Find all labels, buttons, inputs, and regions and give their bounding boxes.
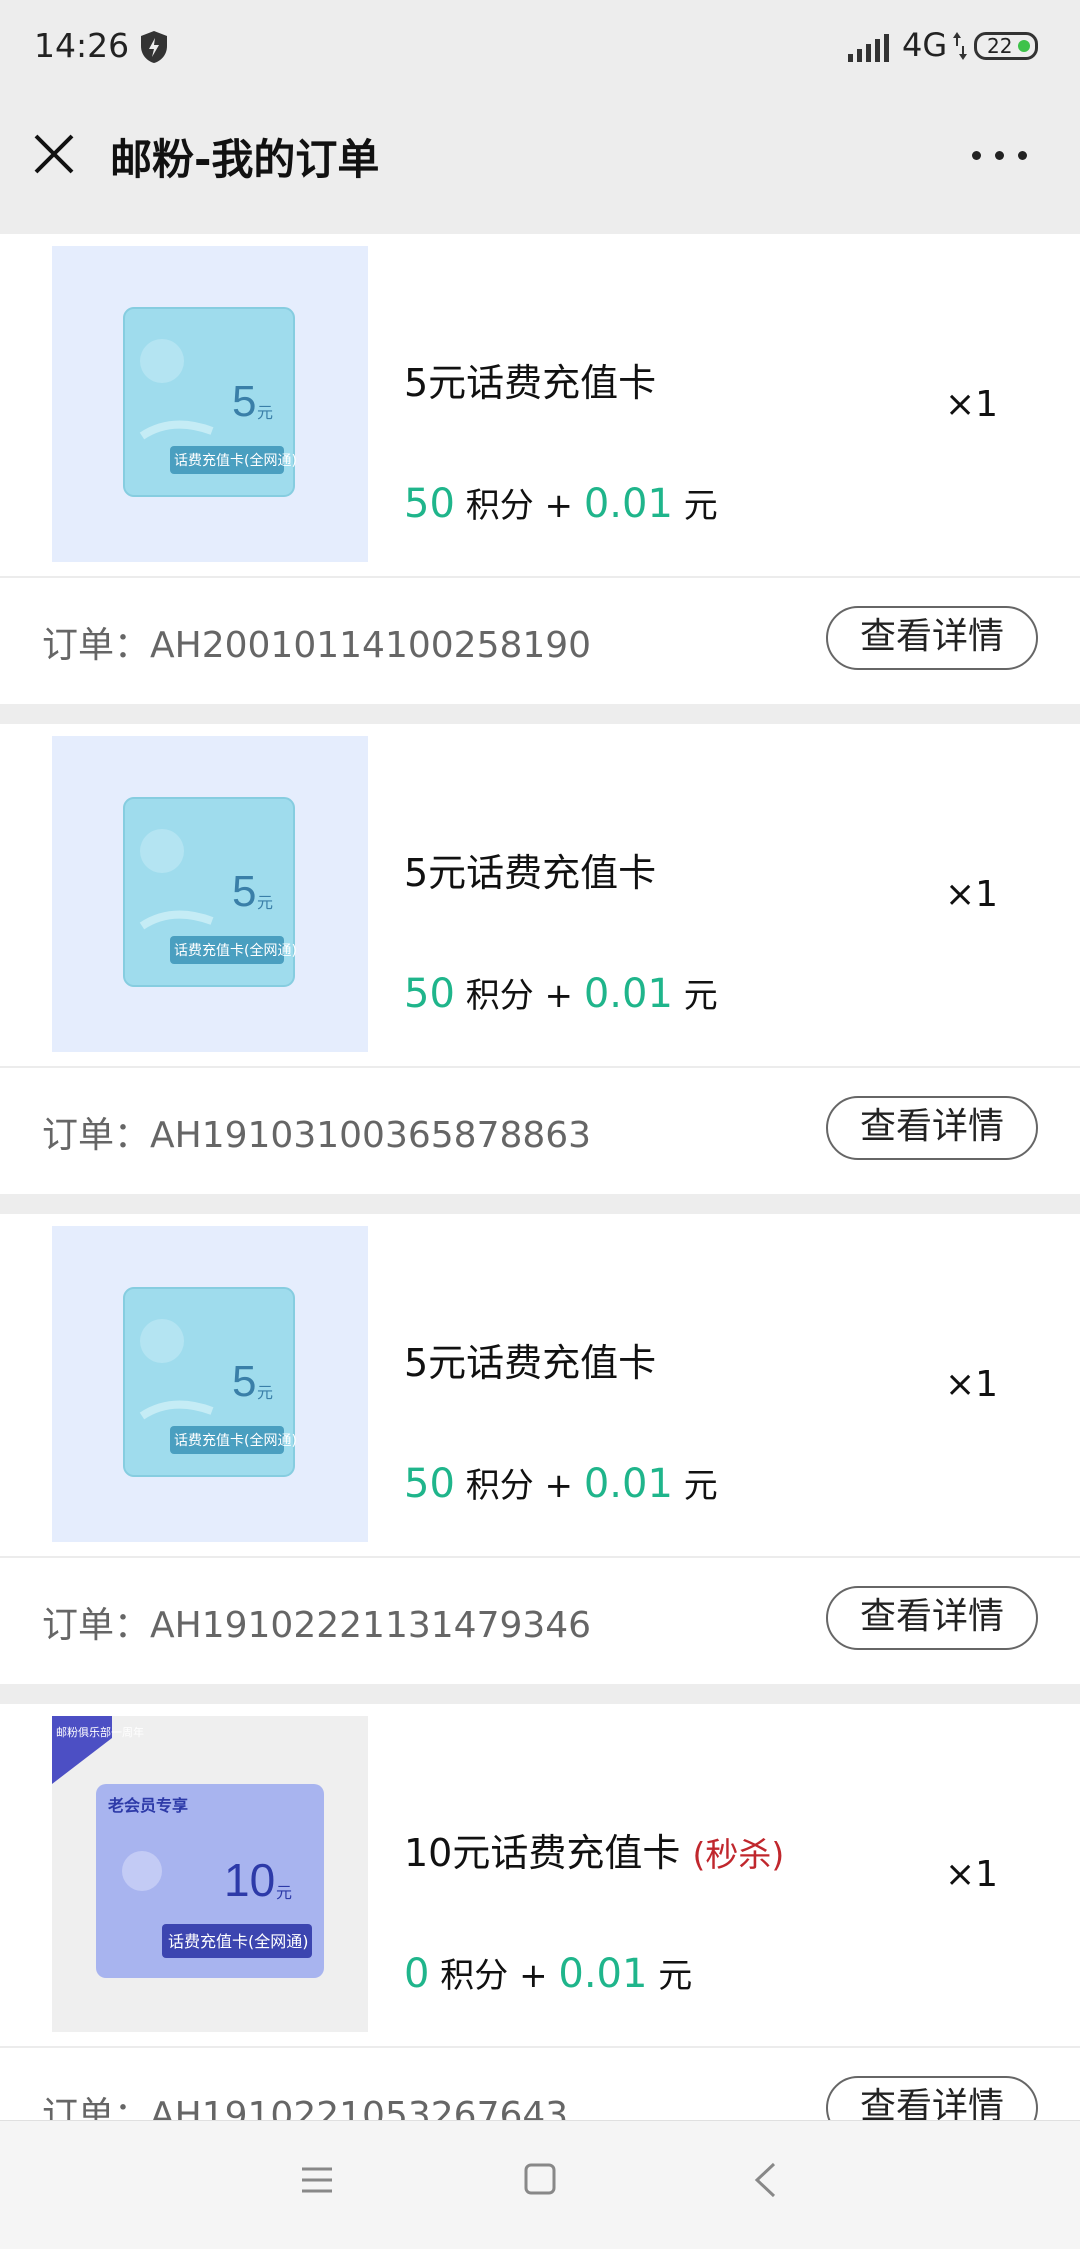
- product-image: 邮粉俱乐部一周年 老会员专享 10 元 话费充值卡(全网通): [52, 1716, 368, 2032]
- card-value: 5: [232, 377, 256, 426]
- card-value: 5: [232, 867, 256, 916]
- order-card: 5 元 话费充值卡(全网通) 5元话费充值卡 50 积分 + 0.01 元 ×1…: [0, 234, 1080, 704]
- product-image: 5 元 话费充值卡(全网通): [52, 736, 368, 1052]
- card-caption: 话费充值卡(全网通): [168, 1932, 309, 1951]
- product-price: 50 积分 + 0.01 元: [404, 481, 718, 527]
- order-card: 邮粉俱乐部一周年 老会员专享 10 元 话费充值卡(全网通) 10元话费充值卡 …: [0, 1704, 1080, 2120]
- card-unit: 元: [276, 1885, 292, 1902]
- order-number: 订单：AH19103100365878863: [42, 1115, 592, 1156]
- network-type: 4G: [902, 26, 948, 64]
- card-value: 5: [232, 1357, 256, 1406]
- page-title: 邮粉-我的订单: [110, 135, 380, 184]
- card-unit: 元: [257, 1385, 273, 1402]
- card-value: 10: [224, 1854, 275, 1906]
- product-row[interactable]: 5 元 话费充值卡(全网通) 5元话费充值卡 50 积分 + 0.01 元 ×1: [0, 724, 1080, 1068]
- status-time: 14:26: [34, 26, 130, 65]
- card-caption: 话费充值卡(全网通): [174, 1432, 297, 1449]
- card-caption: 话费充值卡(全网通): [174, 942, 297, 959]
- product-name: 5元话费充值卡: [404, 361, 657, 405]
- product-image: 5 元 话费充值卡(全网通): [52, 1226, 368, 1542]
- data-activity-icon: [953, 32, 967, 60]
- close-icon[interactable]: [30, 130, 78, 178]
- order-card: 5 元 话费充值卡(全网通) 5元话费充值卡 50 积分 + 0.01 元 ×1…: [0, 1214, 1080, 1684]
- view-details-button[interactable]: 查看详情: [826, 2076, 1038, 2120]
- menu-icon[interactable]: [300, 2165, 334, 2195]
- product-quantity: ×1: [945, 874, 999, 915]
- order-list[interactable]: 5 元 话费充值卡(全网通) 5元话费充值卡 50 积分 + 0.01 元 ×1…: [0, 234, 1080, 2120]
- system-nav-bar: [0, 2120, 1080, 2249]
- signal-icon: [848, 34, 889, 62]
- title-bar: 邮粉-我的订单: [0, 96, 1080, 236]
- shield-icon: [141, 31, 167, 63]
- order-card: 5 元 话费充值卡(全网通) 5元话费充值卡 50 积分 + 0.01 元 ×1…: [0, 724, 1080, 1194]
- product-price: 50 积分 + 0.01 元: [404, 1461, 718, 1507]
- product-quantity: ×1: [945, 1364, 999, 1405]
- card-unit: 元: [257, 895, 273, 912]
- status-bar: 14:26 4G 22: [0, 0, 1080, 96]
- product-quantity: ×1: [945, 384, 999, 425]
- order-number: 订单：AH20010114100258190: [42, 625, 592, 666]
- flash-sale-tag: (秒杀): [692, 1835, 785, 1874]
- view-details-button[interactable]: 查看详情: [826, 1096, 1038, 1160]
- home-icon[interactable]: [524, 2163, 556, 2195]
- product-name: 5元话费充值卡: [404, 1341, 657, 1385]
- ribbon-text: 老会员专享: [107, 1796, 188, 1815]
- product-name: 10元话费充值卡 (秒杀): [404, 1831, 785, 1875]
- card-caption: 话费充值卡(全网通): [174, 452, 297, 469]
- card-unit: 元: [257, 405, 273, 422]
- product-name: 5元话费充值卡: [404, 851, 657, 895]
- order-number: 订单：AH19102221131479346: [42, 1605, 592, 1646]
- more-icon[interactable]: [970, 144, 1030, 168]
- view-details-button[interactable]: 查看详情: [826, 1586, 1038, 1650]
- product-row[interactable]: 5 元 话费充值卡(全网通) 5元话费充值卡 50 积分 + 0.01 元 ×1: [0, 234, 1080, 578]
- product-row[interactable]: 邮粉俱乐部一周年 老会员专享 10 元 话费充值卡(全网通) 10元话费充值卡 …: [0, 1704, 1080, 2048]
- badge-text: 邮粉俱乐部一周年: [56, 1725, 144, 1739]
- product-price: 0 积分 + 0.01 元: [404, 1951, 693, 1997]
- product-price: 50 积分 + 0.01 元: [404, 971, 718, 1017]
- product-image: 5 元 话费充值卡(全网通): [52, 246, 368, 562]
- battery-level: 22: [987, 34, 1013, 58]
- product-row[interactable]: 5 元 话费充值卡(全网通) 5元话费充值卡 50 积分 + 0.01 元 ×1: [0, 1214, 1080, 1558]
- order-number: 订单：AH19102210532676​43: [42, 2095, 569, 2120]
- back-icon[interactable]: [752, 2161, 778, 2199]
- view-details-button[interactable]: 查看详情: [826, 606, 1038, 670]
- product-quantity: ×1: [945, 1854, 999, 1895]
- battery-icon: 22: [974, 32, 1038, 60]
